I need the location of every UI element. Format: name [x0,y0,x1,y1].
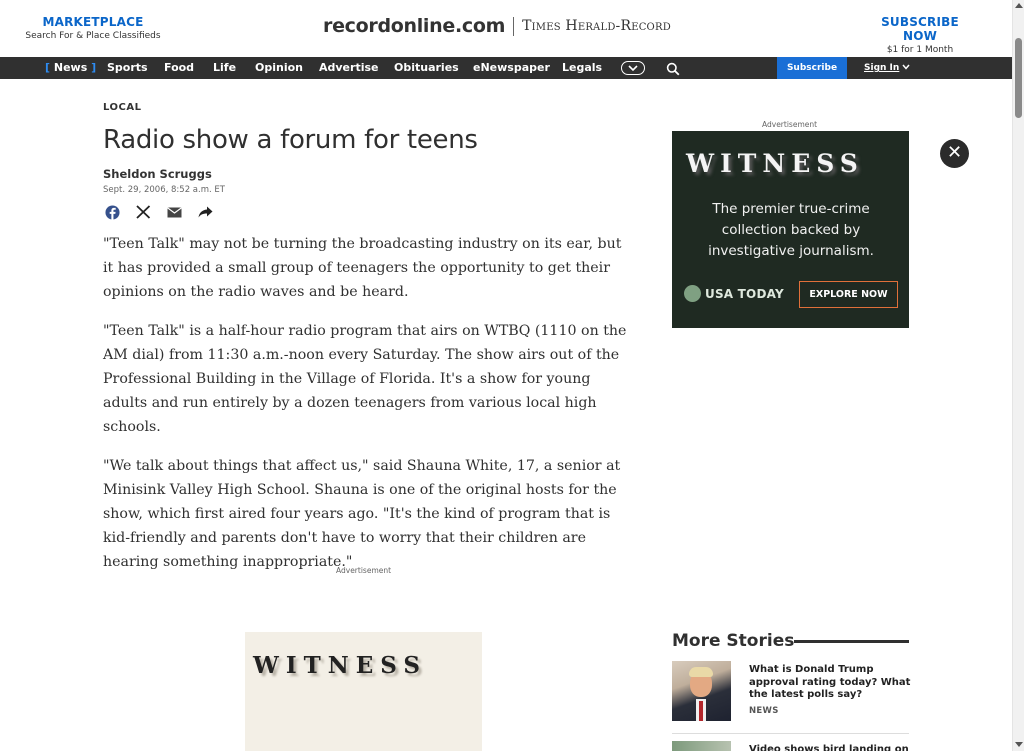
sign-in-link[interactable]: Sign In [864,57,910,79]
scroll-down-arrow-icon[interactable] [1015,742,1023,747]
site-name[interactable]: recordonline.com [323,15,505,37]
story-tag[interactable]: NEWS [749,706,779,716]
ad-title: WITNESS [253,652,427,679]
ad-title: WITNESS [686,149,864,178]
nav-item-news[interactable]: [ News ] [45,57,96,79]
page-scrollbar[interactable] [1012,0,1024,751]
close-icon: ✕ [946,142,963,163]
article-headline: Radio show a forum for teens [103,125,478,155]
scrollbar-thumb[interactable] [1015,38,1022,118]
marketplace-subtitle[interactable]: Search For & Place Classifieds [24,31,162,41]
nav-bracket-close: ] [91,61,97,74]
subscribe-now-title[interactable]: SUBSCRIBE NOW [862,15,978,43]
sidebar-advertisement[interactable]: WITNESS The premier true-crime collectio… [672,131,909,328]
marketplace-link[interactable]: MARKETPLACE Search For & Place Classifie… [24,15,162,41]
inline-advertisement[interactable]: WITNESS [245,632,482,751]
story-divider [672,733,909,734]
paper-name[interactable]: Times Herald-Record [522,18,671,34]
article-paragraph: "Teen Talk" is a half-hour radio program… [103,323,627,435]
thumbnail-hair [689,667,713,677]
nav-item-advertise[interactable]: Advertise [319,57,378,79]
scroll-up-arrow-icon[interactable] [1015,3,1023,8]
more-stories-heading: More Stories [672,631,795,651]
search-button[interactable] [666,61,680,80]
site-header: MARKETPLACE Search For & Place Classifie… [0,0,1012,57]
site-logo[interactable]: recordonline.com Times Herald-Record [323,15,671,37]
main-nav: [ News ] Sports Food Life Opinion Advert… [0,57,1012,79]
nav-item-sports[interactable]: Sports [107,57,148,79]
story-thumbnail[interactable] [672,741,731,751]
ad-copy: The premier true-crime collection backed… [708,201,874,259]
subscribe-now-offer[interactable]: $1 for 1 Month [862,45,978,55]
story-title[interactable]: Video shows bird landing on [749,744,911,751]
usa-today-logo: USA TODAY [684,285,784,302]
story-title[interactable]: What is Donald Trump approval rating tod… [749,664,911,702]
thumbnail-tie [699,701,703,721]
x-share-button[interactable] [134,204,152,220]
usa-today-dot-icon [684,285,701,302]
nav-item-obituaries[interactable]: Obituaries [394,57,459,79]
facebook-share-button[interactable] [103,204,121,220]
more-stories-rule [794,640,909,643]
email-share-button[interactable] [165,204,183,220]
article-paragraph: "We talk about things that affect us," s… [103,458,621,570]
story-thumbnail[interactable] [672,661,731,721]
search-icon [666,62,680,76]
x-icon [135,205,150,219]
sign-in-label[interactable]: Sign In [864,63,899,73]
marketplace-title[interactable]: MARKETPLACE [24,15,162,29]
article-body: "Teen Talk" may not be turning the broad… [103,232,629,589]
share-bar [103,204,227,220]
nav-item-food[interactable]: Food [164,57,194,79]
subscribe-now-link[interactable]: SUBSCRIBE NOW $1 for 1 Month [862,15,978,55]
section-label[interactable]: LOCAL [103,102,141,113]
nav-bracket-open: [ [45,61,51,74]
advertisement-label: Advertisement [762,120,818,129]
chevron-down-icon [902,57,910,79]
email-icon [166,206,182,217]
explore-now-button[interactable]: EXPLORE NOW [799,281,898,308]
facebook-icon [104,204,120,220]
nav-item-opinion[interactable]: Opinion [255,57,303,79]
subscribe-button[interactable]: Subscribe [777,57,847,79]
advertisement-label: Advertisement [336,566,392,575]
share-icon [198,206,212,218]
more-menu-toggle[interactable] [621,61,645,75]
more-share-button[interactable] [196,204,214,220]
article-date: Sept. 29, 2006, 8:52 a.m. ET [103,185,225,195]
logo-divider [513,16,515,36]
nav-item-life[interactable]: Life [213,57,236,79]
chevron-down-icon [628,65,638,71]
nav-item-enewspaper[interactable]: eNewspaper [473,57,550,79]
ad-logo-text: USA TODAY [705,286,784,301]
article-author[interactable]: Sheldon Scruggs [103,167,212,181]
nav-item-label[interactable]: News [54,61,87,74]
close-ad-button[interactable]: ✕ [940,139,969,168]
nav-item-legals[interactable]: Legals [562,57,602,79]
article-paragraph: "Teen Talk" may not be turning the broad… [103,236,622,300]
